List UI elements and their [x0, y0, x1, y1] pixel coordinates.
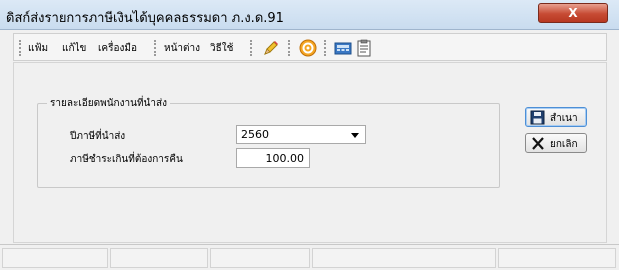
calculator-icon[interactable] [334, 39, 352, 57]
cancel-button[interactable]: ยกเลิก [525, 133, 587, 153]
tax-year-value: 2560 [241, 128, 269, 141]
main-window: ดิสก์ส่งรายการภาษีเงินได้บุคคลธรรมดา ภ.ง… [0, 0, 619, 270]
save-button-label: สำเนา [550, 113, 578, 124]
refund-label: ภาษีชำระเกินที่ต้องการคืน [70, 154, 183, 165]
menu-window[interactable]: หน้าต่าง [164, 41, 200, 56]
close-button[interactable]: X [538, 3, 608, 23]
status-bar [0, 244, 619, 270]
save-button[interactable]: สำเนา [525, 107, 587, 127]
cancel-button-label: ยกเลิก [550, 139, 578, 150]
status-cell [2, 248, 108, 268]
status-cell [110, 248, 208, 268]
menu-toolbar: แฟ้ม แก้ไข เครื่องมือ หน้าต่าง วิธีใช้ [13, 33, 607, 61]
refund-amount-input[interactable]: 100.00 [236, 148, 310, 168]
pencil-icon[interactable] [262, 39, 280, 57]
tax-year-select[interactable]: 2560 [236, 125, 366, 144]
toolbar-separator [250, 40, 252, 56]
status-cell [312, 248, 496, 268]
menu-edit[interactable]: แก้ไข [62, 41, 86, 56]
toolbar-separator [288, 40, 290, 56]
notepad-icon[interactable] [355, 39, 373, 57]
tax-year-label: ปีภาษีที่นำส่ง [70, 131, 126, 142]
target-icon[interactable] [299, 39, 317, 57]
window-title: ดิสก์ส่งรายการภาษีเงินได้บุคคลธรรมดา ภ.ง… [6, 11, 284, 26]
employee-details-group [37, 103, 500, 188]
toolbar-grip [19, 40, 21, 56]
status-cell [210, 248, 310, 268]
status-cell [498, 248, 616, 268]
toolbar-separator [324, 40, 326, 56]
menu-file[interactable]: แฟ้ม [28, 41, 48, 56]
chevron-down-icon[interactable] [351, 133, 359, 138]
menu-help[interactable]: วิธีใช้ [210, 41, 233, 56]
menu-tools[interactable]: เครื่องมือ [98, 41, 137, 56]
toolbar-separator [154, 40, 156, 56]
close-icon [530, 136, 546, 151]
group-title: รายละเอียดพนักงานที่นำส่ง [47, 96, 170, 111]
title-bar[interactable]: ดิสก์ส่งรายการภาษีเงินได้บุคคลธรรมดา ภ.ง… [0, 0, 619, 30]
floppy-disk-icon [530, 110, 546, 125]
